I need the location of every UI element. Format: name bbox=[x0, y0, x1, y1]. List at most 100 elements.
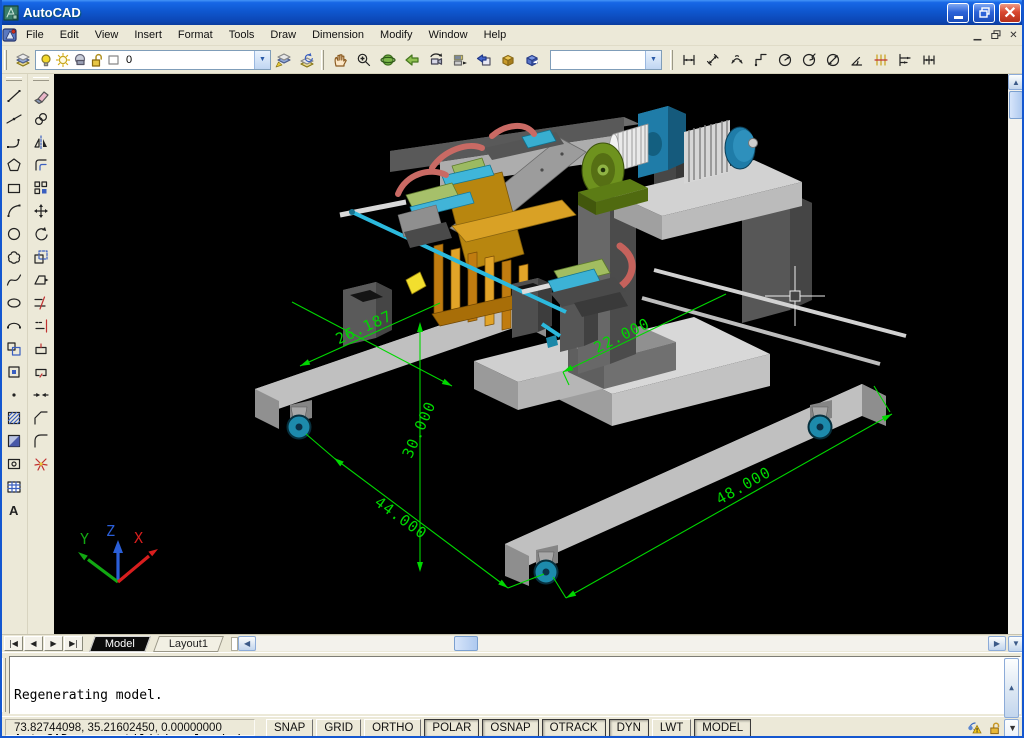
layer-states-button[interactable] bbox=[295, 48, 319, 72]
modify-extend-button[interactable] bbox=[29, 314, 53, 337]
menu-format[interactable]: Format bbox=[170, 26, 221, 44]
menu-dimension[interactable]: Dimension bbox=[304, 26, 372, 44]
modify-array-button[interactable] bbox=[29, 176, 53, 199]
draw-region-button[interactable] bbox=[2, 452, 26, 475]
named-views-button[interactable] bbox=[496, 48, 520, 72]
draw-polyline-button[interactable] bbox=[2, 130, 26, 153]
style-combo-dropdown-button[interactable]: ▼ bbox=[645, 51, 661, 69]
modify-trim-button[interactable] bbox=[29, 291, 53, 314]
command-scroll-up-button[interactable]: ▲ bbox=[1004, 658, 1019, 718]
pan-realtime-button[interactable] bbox=[328, 48, 352, 72]
child-minimize-button[interactable]: ▁ bbox=[969, 28, 986, 43]
dim-angular-button[interactable] bbox=[845, 48, 869, 72]
previous-tab-button[interactable]: ◀ bbox=[24, 636, 43, 651]
zoom-realtime-button[interactable] bbox=[352, 48, 376, 72]
menu-tools[interactable]: Tools bbox=[221, 26, 263, 44]
coordinate-readout[interactable]: 73.82744098, 35.21602450, 0.00000000 bbox=[5, 719, 255, 736]
draw-ellipse-button[interactable] bbox=[2, 291, 26, 314]
menu-view[interactable]: View bbox=[87, 26, 127, 44]
vertical-scrollbar[interactable]: ▲ bbox=[1008, 74, 1024, 634]
last-tab-button[interactable]: ▶| bbox=[64, 636, 83, 651]
menu-help[interactable]: Help bbox=[476, 26, 515, 44]
modify-fillet-button[interactable] bbox=[29, 429, 53, 452]
scroll-down-button[interactable]: ▼ bbox=[1008, 636, 1024, 652]
osnap-toggle[interactable]: OSNAP bbox=[482, 719, 538, 737]
menu-modify[interactable]: Modify bbox=[372, 26, 420, 44]
menu-draw[interactable]: Draw bbox=[262, 26, 304, 44]
child-restore-button[interactable] bbox=[987, 28, 1004, 43]
tab-model[interactable]: Model bbox=[89, 636, 151, 652]
next-tab-button[interactable]: ▶ bbox=[44, 636, 63, 651]
layer-color-swatch-icon[interactable] bbox=[106, 52, 122, 68]
style-combo[interactable]: ▼ bbox=[550, 50, 662, 70]
layer-combo[interactable]: 0 ▼ bbox=[35, 50, 271, 70]
communication-center-icon[interactable] bbox=[966, 720, 983, 736]
toolbar-grip[interactable] bbox=[670, 50, 673, 70]
vertical-scroll-thumb[interactable] bbox=[1009, 91, 1023, 119]
modify-move-button[interactable] bbox=[29, 199, 53, 222]
minimize-button[interactable] bbox=[947, 3, 969, 23]
draw-circle-button[interactable] bbox=[2, 222, 26, 245]
dim-ordinate-button[interactable] bbox=[749, 48, 773, 72]
modify-copy-button[interactable] bbox=[29, 107, 53, 130]
modify-rotate-button[interactable] bbox=[29, 222, 53, 245]
draw-multiline-text-button[interactable]: A bbox=[2, 498, 26, 521]
polar-toggle[interactable]: POLAR bbox=[424, 719, 479, 737]
scroll-up-button[interactable]: ▲ bbox=[1008, 74, 1024, 90]
adjust-distance-button[interactable] bbox=[448, 48, 472, 72]
draw-revision-cloud-button[interactable] bbox=[2, 245, 26, 268]
draw-polygon-button[interactable] bbox=[2, 153, 26, 176]
modify-scale-button[interactable] bbox=[29, 245, 53, 268]
horizontal-scroll-track[interactable] bbox=[256, 636, 988, 651]
draw-arc-button[interactable] bbox=[2, 199, 26, 222]
horizontal-scrollbar[interactable]: ◀ ▶ bbox=[231, 636, 1006, 652]
restore-button[interactable] bbox=[973, 3, 995, 23]
child-close-button[interactable]: ✕ bbox=[1005, 28, 1022, 43]
layer-unlock-icon[interactable] bbox=[89, 52, 105, 68]
model-toggle[interactable]: MODEL bbox=[694, 719, 751, 737]
scroll-left-button[interactable]: ◀ bbox=[238, 636, 256, 651]
modify-toolbar-grip[interactable] bbox=[33, 77, 49, 81]
layer-freeze-sun-icon[interactable] bbox=[55, 52, 71, 68]
toolbar-unlock-icon[interactable] bbox=[988, 720, 1003, 736]
dim-baseline-button[interactable] bbox=[893, 48, 917, 72]
draw-table-button[interactable] bbox=[2, 475, 26, 498]
modify-join-button[interactable] bbox=[29, 383, 53, 406]
dim-linear-button[interactable] bbox=[677, 48, 701, 72]
draw-make-block-button[interactable] bbox=[2, 360, 26, 383]
dyn-toggle[interactable]: DYN bbox=[609, 719, 649, 737]
draw-construction-line-button[interactable] bbox=[2, 107, 26, 130]
3d-views-button[interactable] bbox=[520, 48, 544, 72]
layer-combo-dropdown-button[interactable]: ▼ bbox=[254, 51, 270, 69]
layer-on-bulb-icon[interactable] bbox=[38, 52, 54, 68]
dim-continue-button[interactable] bbox=[917, 48, 941, 72]
toolbar-grip[interactable] bbox=[4, 50, 7, 70]
ortho-toggle[interactable]: ORTHO bbox=[364, 719, 421, 737]
modify-break-button[interactable] bbox=[29, 360, 53, 383]
snap-toggle[interactable]: SNAP bbox=[266, 719, 313, 737]
lwt-toggle[interactable]: LWT bbox=[652, 719, 691, 737]
view-undo-button[interactable] bbox=[472, 48, 496, 72]
quick-dimension-button[interactable] bbox=[869, 48, 893, 72]
grid-toggle[interactable]: GRID bbox=[316, 719, 361, 737]
menu-window[interactable]: Window bbox=[420, 26, 475, 44]
tab-layout1[interactable]: Layout1 bbox=[153, 636, 224, 652]
status-bar-menu-arrow-icon[interactable]: ▼ bbox=[1008, 723, 1017, 733]
draw-insert-block-button[interactable] bbox=[2, 337, 26, 360]
layer-plot-icon[interactable] bbox=[72, 52, 88, 68]
modify-chamfer-button[interactable] bbox=[29, 406, 53, 429]
close-button[interactable]: ✕ bbox=[999, 3, 1021, 23]
draw-ellipse-arc-button[interactable] bbox=[2, 314, 26, 337]
dim-jogged-button[interactable] bbox=[797, 48, 821, 72]
dim-diameter-button[interactable] bbox=[821, 48, 845, 72]
modify-break-at-point-button[interactable] bbox=[29, 337, 53, 360]
modify-erase-button[interactable] bbox=[29, 84, 53, 107]
dim-arc-length-button[interactable] bbox=[725, 48, 749, 72]
draw-rectangle-button[interactable] bbox=[2, 176, 26, 199]
command-window-grip[interactable] bbox=[2, 658, 6, 712]
toolbar-grip[interactable] bbox=[321, 50, 324, 70]
dim-aligned-button[interactable] bbox=[701, 48, 725, 72]
3d-orbit-button[interactable] bbox=[376, 48, 400, 72]
modify-stretch-button[interactable] bbox=[29, 268, 53, 291]
horizontal-scroll-thumb[interactable] bbox=[454, 636, 478, 651]
